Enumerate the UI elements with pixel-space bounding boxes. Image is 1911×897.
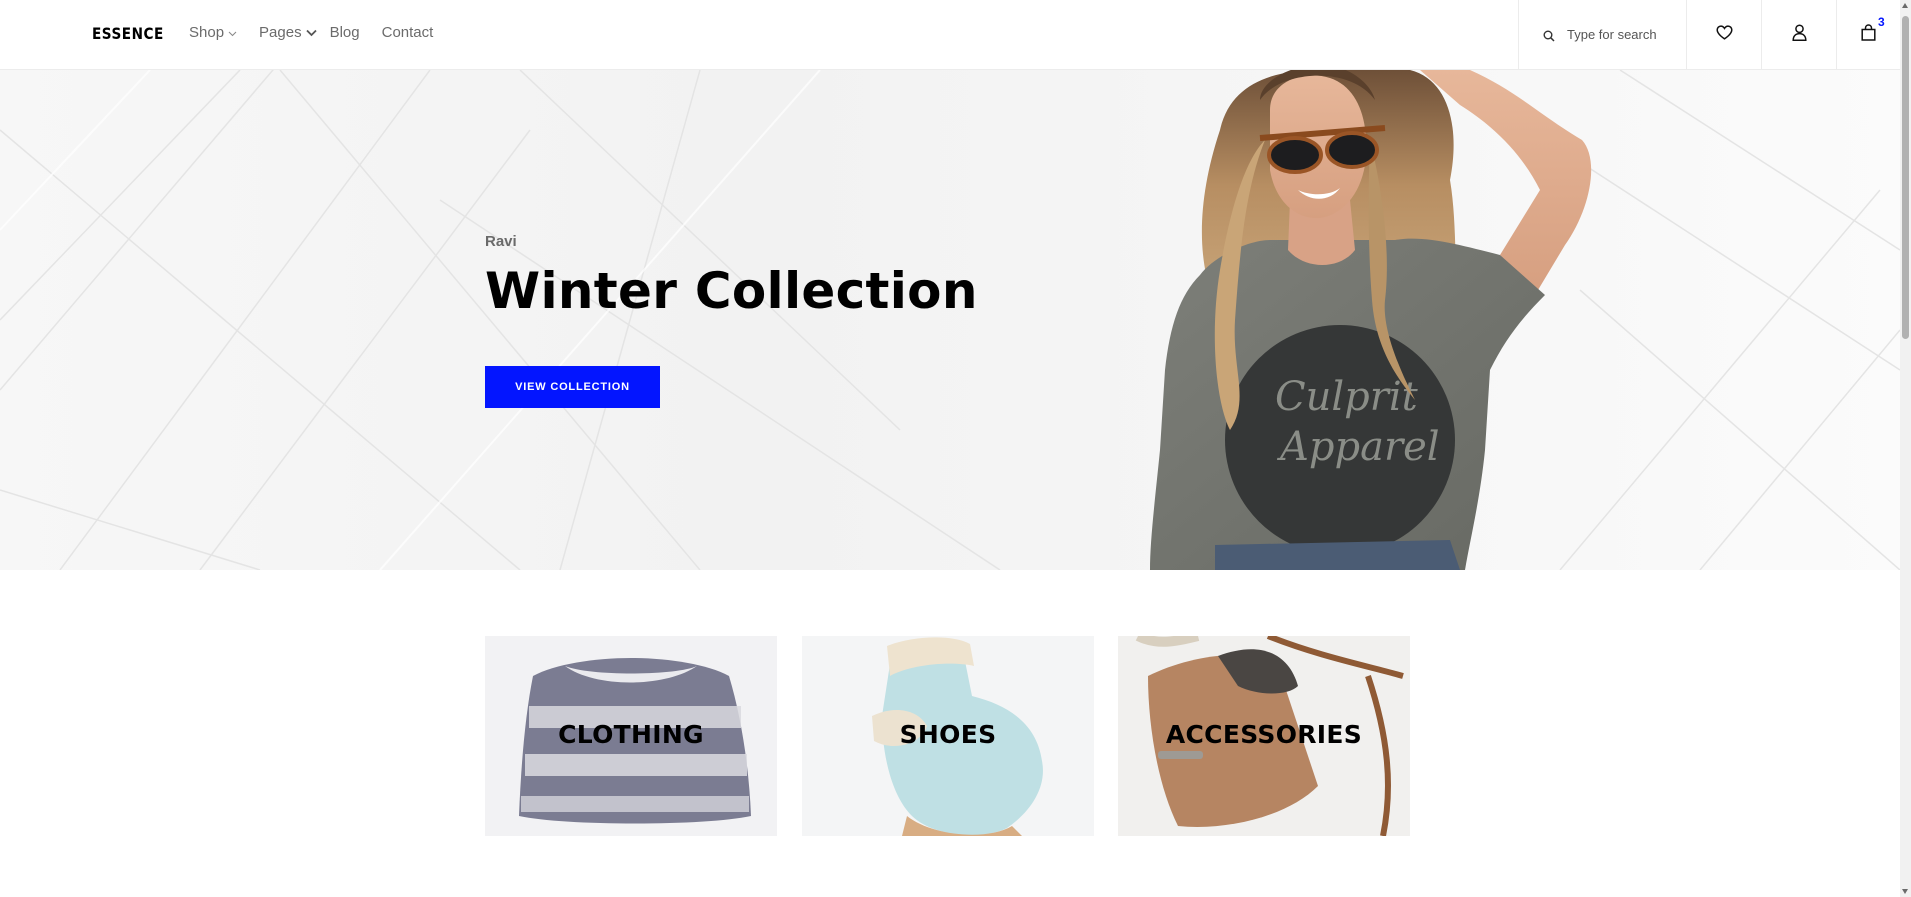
- shirt-print-line-1: Culprit: [1275, 374, 1419, 420]
- nav-item-pages[interactable]: Pages: [259, 24, 317, 41]
- search-input[interactable]: [1567, 22, 1677, 46]
- scrollbar-thumb[interactable]: [1902, 16, 1909, 339]
- account-button[interactable]: [1761, 0, 1836, 69]
- hero-subtitle: Ravi: [485, 233, 517, 250]
- nav-item-pages-label: Pages: [259, 24, 302, 41]
- nav-item-blog-label: Blog: [329, 24, 360, 41]
- search-icon[interactable]: [1543, 27, 1555, 46]
- main-nav: Shop Pages Blog Contact: [189, 24, 433, 41]
- chevron-down-icon: [305, 24, 317, 41]
- site-header: ESSENCE Shop Pages Blog Contact Type for…: [0, 0, 1900, 70]
- nav-item-shop-label: Shop: [189, 24, 225, 41]
- header-actions: 3: [1518, 0, 1900, 69]
- category-card-accessories[interactable]: ACCESSORIES: [1118, 636, 1410, 836]
- cart-count-badge: 3: [1878, 15, 1885, 29]
- cart-button[interactable]: 3: [1836, 0, 1900, 69]
- category-label: ACCESSORIES: [1165, 720, 1363, 749]
- nav-item-blog[interactable]: Blog: [330, 24, 360, 41]
- shirt-print-line-2: Apparel: [1276, 424, 1440, 470]
- scroll-up-arrow-icon[interactable]: [1902, 3, 1908, 8]
- hero-title: Winter Collection: [485, 262, 978, 320]
- category-label: CLOTHING: [558, 720, 704, 749]
- category-label: SHOES: [899, 720, 997, 749]
- nav-item-contact-label: Contact: [381, 24, 434, 41]
- chevron-down-icon: [228, 24, 237, 41]
- heart-icon: [1715, 25, 1733, 44]
- category-card-shoes[interactable]: SHOES: [802, 636, 1094, 836]
- wishlist-button[interactable]: [1686, 0, 1761, 69]
- user-icon: [1791, 24, 1807, 45]
- nav-item-contact[interactable]: Contact: [382, 24, 434, 41]
- hero-model-image: Culprit Apparel: [1150, 70, 1592, 570]
- shopping-bag-icon: [1861, 24, 1876, 45]
- category-card-clothing[interactable]: CLOTHING: [485, 636, 777, 836]
- hero-banner: Culprit Apparel Ravi Winter Collection V…: [0, 70, 1900, 570]
- search-box: [1518, 0, 1686, 69]
- site-logo[interactable]: ESSENCE: [92, 24, 164, 43]
- nav-item-shop[interactable]: Shop: [189, 24, 237, 41]
- page-scrollbar[interactable]: [1900, 0, 1911, 897]
- view-collection-button[interactable]: VIEW COLLECTION: [485, 366, 660, 408]
- scroll-down-arrow-icon[interactable]: [1902, 889, 1908, 894]
